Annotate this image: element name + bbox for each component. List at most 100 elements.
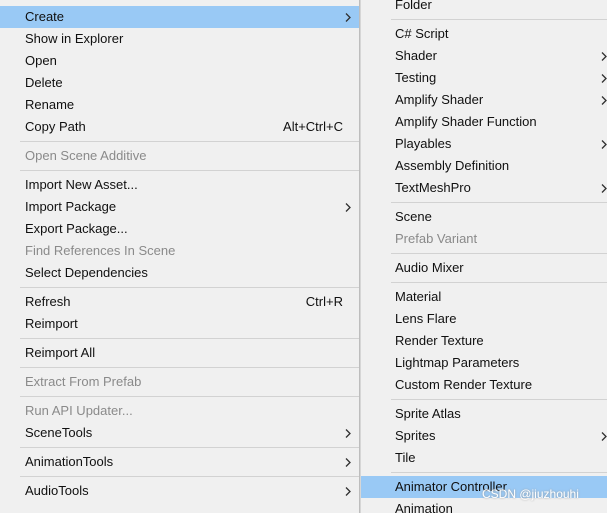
menu-item-select-dependencies[interactable]: Select Dependencies — [0, 262, 359, 284]
submenu-item-shader[interactable]: Shader — [361, 45, 607, 67]
menu-item-animation-tools[interactable]: AnimationTools — [0, 451, 359, 473]
menu-separator — [20, 338, 359, 339]
submenu-item-custom-render-texture[interactable]: Custom Render Texture — [361, 374, 607, 396]
menu-item-label: Import Package — [25, 199, 117, 214]
chevron-right-icon — [599, 133, 607, 155]
menu-separator — [20, 141, 359, 142]
menu-item-label: Lens Flare — [395, 311, 457, 326]
submenu-item-material[interactable]: Material — [361, 286, 607, 308]
menu-item-label: Show in Explorer — [25, 31, 124, 46]
menu-item-label: Open — [25, 53, 57, 68]
submenu-item-sprite-atlas[interactable]: Sprite Atlas — [361, 403, 607, 425]
submenu-item-tile[interactable]: Tile — [361, 447, 607, 469]
menu-item-label: Find References In Scene — [25, 243, 176, 258]
submenu-item-playables[interactable]: Playables — [361, 133, 607, 155]
menu-item-label: Tile — [395, 450, 416, 465]
menu-item-audio-tools[interactable]: AudioTools — [0, 480, 359, 502]
menu-item-open-scene-additive: Open Scene Additive — [0, 145, 359, 167]
menu-item-label: Import New Asset... — [25, 177, 138, 192]
menu-separator — [20, 287, 359, 288]
submenu-item-prefab-variant: Prefab Variant — [361, 228, 607, 250]
menu-separator — [391, 282, 607, 283]
menu-item-show-in-explorer[interactable]: Show in Explorer — [0, 28, 359, 50]
menu-item-refresh[interactable]: Refresh Ctrl+R — [0, 291, 359, 313]
menu-item-label: Testing — [395, 70, 437, 85]
menu-item-label: Refresh — [25, 294, 71, 309]
menu-item-label: Reimport All — [25, 345, 96, 360]
submenu-item-scene[interactable]: Scene — [361, 206, 607, 228]
submenu-item-sprites[interactable]: Sprites — [361, 425, 607, 447]
menu-item-label: Amplify Shader Function — [395, 114, 537, 129]
menu-item-import-package[interactable]: Import Package — [0, 196, 359, 218]
submenu-item-amplify-shader-function[interactable]: Amplify Shader Function — [361, 111, 607, 133]
menu-separator — [391, 399, 607, 400]
submenu-item-textmeshpro[interactable]: TextMeshPro — [361, 177, 607, 199]
shortcut-label: Alt+Ctrl+C — [283, 119, 343, 134]
menu-item-label: Playables — [395, 136, 452, 151]
context-menu-stage: Create Show in Explorer Open Delete Rena… — [0, 0, 607, 513]
create-submenu: Folder C# Script Shader Testing Amplify … — [360, 0, 607, 513]
submenu-item-amplify-shader[interactable]: Amplify Shader — [361, 89, 607, 111]
menu-item-open[interactable]: Open — [0, 50, 359, 72]
chevron-right-icon — [343, 6, 353, 28]
menu-item-label: Open Scene Additive — [25, 148, 147, 163]
menu-item-label: Delete — [25, 75, 63, 90]
menu-item-label: Scene — [395, 209, 432, 224]
menu-item-label: Prefab Variant — [395, 231, 478, 246]
menu-item-label: C# Script — [395, 26, 449, 41]
context-menu: Create Show in Explorer Open Delete Rena… — [0, 0, 360, 513]
menu-item-label: Amplify Shader — [395, 92, 484, 107]
menu-item-label: Custom Render Texture — [395, 377, 533, 392]
submenu-item-lightmap-parameters[interactable]: Lightmap Parameters — [361, 352, 607, 374]
menu-item-label: Extract From Prefab — [25, 374, 142, 389]
menu-item-delete[interactable]: Delete — [0, 72, 359, 94]
menu-separator — [391, 472, 607, 473]
shortcut-label: Ctrl+R — [305, 294, 343, 309]
menu-separator — [20, 367, 359, 368]
menu-item-label: AudioTools — [25, 483, 89, 498]
menu-separator — [20, 396, 359, 397]
menu-item-label: Run API Updater... — [25, 403, 133, 418]
menu-item-label: Sprites — [395, 428, 436, 443]
menu-item-label: Shader — [395, 48, 437, 63]
menu-item-scene-tools[interactable]: SceneTools — [0, 422, 359, 444]
menu-separator — [20, 170, 359, 171]
chevron-right-icon — [599, 89, 607, 111]
menu-item-label: SceneTools — [25, 425, 93, 440]
menu-item-label: Lightmap Parameters — [395, 355, 520, 370]
submenu-item-csharp-script[interactable]: C# Script — [361, 23, 607, 45]
menu-item-label: Sprite Atlas — [395, 406, 461, 421]
menu-item-label: Animation — [395, 501, 453, 513]
menu-item-label: Create — [25, 9, 65, 24]
menu-item-label: Select Dependencies — [25, 265, 148, 280]
chevron-right-icon — [343, 196, 353, 218]
submenu-item-audio-mixer[interactable]: Audio Mixer — [361, 257, 607, 279]
menu-item-label: Material — [395, 289, 442, 304]
menu-item-rename[interactable]: Rename — [0, 94, 359, 116]
menu-item-copy-path[interactable]: Copy Path Alt+Ctrl+C — [0, 116, 359, 138]
menu-separator — [20, 447, 359, 448]
menu-item-reimport-all[interactable]: Reimport All — [0, 342, 359, 364]
menu-item-label: TextMeshPro — [395, 180, 471, 195]
submenu-item-assembly-definition[interactable]: Assembly Definition — [361, 155, 607, 177]
menu-item-reimport[interactable]: Reimport — [0, 313, 359, 335]
submenu-item-lens-flare[interactable]: Lens Flare — [361, 308, 607, 330]
menu-item-create[interactable]: Create — [0, 6, 359, 28]
menu-separator — [391, 202, 607, 203]
submenu-item-testing[interactable]: Testing — [361, 67, 607, 89]
chevron-right-icon — [343, 480, 353, 502]
menu-item-label: Assembly Definition — [395, 158, 510, 173]
menu-item-find-references: Find References In Scene — [0, 240, 359, 262]
menu-separator — [20, 476, 359, 477]
menu-separator — [391, 19, 607, 20]
menu-item-label: Export Package... — [25, 221, 128, 236]
chevron-right-icon — [599, 177, 607, 199]
menu-item-label: Audio Mixer — [395, 260, 464, 275]
menu-item-export-package[interactable]: Export Package... — [0, 218, 359, 240]
submenu-item-render-texture[interactable]: Render Texture — [361, 330, 607, 352]
submenu-item-folder[interactable]: Folder — [361, 0, 607, 16]
chevron-right-icon — [599, 425, 607, 447]
menu-item-import-new-asset[interactable]: Import New Asset... — [0, 174, 359, 196]
chevron-right-icon — [599, 67, 607, 89]
menu-item-label: Reimport — [25, 316, 78, 331]
